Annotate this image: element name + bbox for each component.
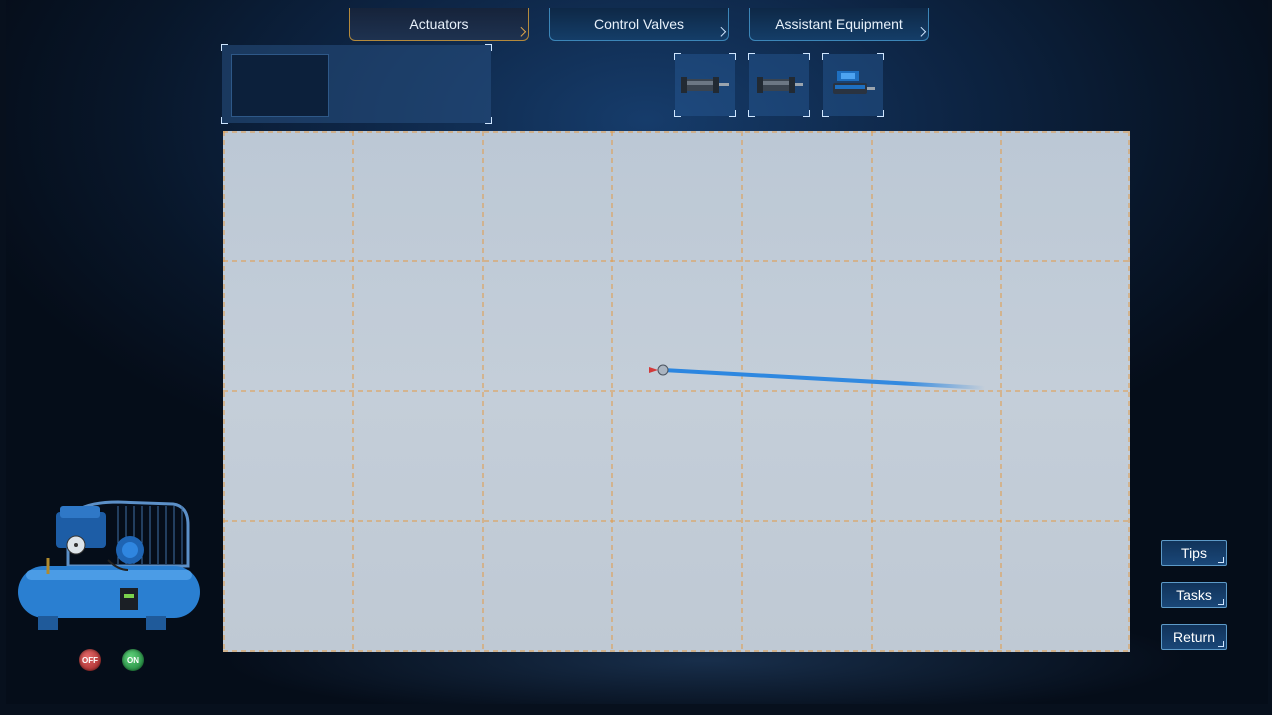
bracket-icon [485, 44, 492, 51]
bracket-icon [822, 110, 829, 117]
tips-label: Tips [1181, 545, 1207, 561]
grid-lines [223, 131, 1130, 652]
bracket-icon [221, 44, 228, 51]
bracket-icon [674, 110, 681, 117]
canvas-grid [223, 131, 1130, 652]
bracket-icon [729, 53, 736, 60]
component-tile-valve-cylinder[interactable] [822, 53, 884, 117]
bracket-icon [748, 110, 755, 117]
button-corner-icon [1218, 599, 1224, 605]
bracket-icon [485, 117, 492, 124]
bracket-icon [822, 53, 829, 60]
bracket-icon [803, 53, 810, 60]
bracket-icon [877, 110, 884, 117]
bracket-icon [221, 117, 228, 124]
return-label: Return [1172, 629, 1216, 645]
power-on-button[interactable]: ON [122, 649, 144, 671]
valve-cylinder-icon [833, 71, 875, 94]
tasks-label: Tasks [1176, 587, 1212, 603]
tab-label: Control Valves [593, 16, 684, 32]
power-off-label: OFF [82, 655, 98, 665]
power-off-button[interactable]: OFF [79, 649, 101, 671]
tab-corner-icon [916, 26, 927, 37]
cylinder-icon [757, 77, 803, 93]
preview-thumbnail [231, 54, 329, 117]
component-tile-cylinder-2[interactable] [748, 53, 810, 117]
tasks-button[interactable]: Tasks [1161, 582, 1227, 608]
tab-corner-icon [716, 26, 727, 37]
power-on-label: ON [127, 655, 139, 665]
pipe-endpoint-icon[interactable] [649, 364, 669, 376]
tab-control-valves[interactable]: Control Valves [549, 8, 729, 41]
tips-button[interactable]: Tips [1161, 540, 1227, 566]
bracket-icon [803, 110, 810, 117]
work-canvas[interactable] [223, 131, 1130, 652]
air-compressor-icon[interactable] [8, 500, 208, 635]
bracket-icon [877, 53, 884, 60]
button-corner-icon [1218, 557, 1224, 563]
bracket-icon [748, 53, 755, 60]
tab-label: Actuators [409, 16, 469, 32]
tab-actuators[interactable]: Actuators [349, 8, 529, 41]
tab-assistant-equipment[interactable]: Assistant Equipment [749, 8, 929, 41]
tab-label: Assistant Equipment [775, 16, 903, 32]
bracket-icon [674, 53, 681, 60]
air-pipe-line[interactable] [661, 368, 987, 390]
cylinder-icon [681, 77, 729, 93]
button-corner-icon [1218, 641, 1224, 647]
component-tile-cylinder-1[interactable] [674, 53, 736, 117]
preview-panel [221, 44, 492, 124]
bracket-icon [729, 110, 736, 117]
tab-corner-icon [516, 26, 527, 37]
return-button[interactable]: Return [1161, 624, 1227, 650]
